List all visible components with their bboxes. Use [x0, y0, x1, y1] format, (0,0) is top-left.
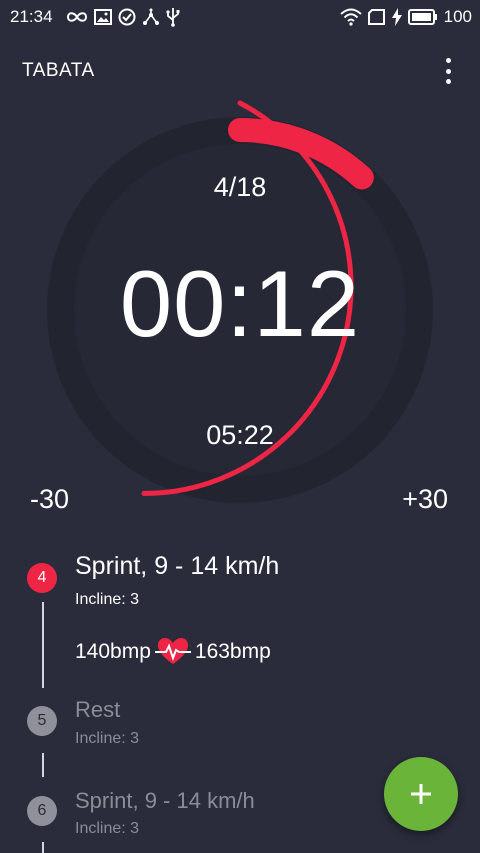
sim-card-icon [367, 9, 385, 25]
wifi-icon [339, 8, 362, 26]
round-counter: 4/18 [213, 172, 267, 202]
timeline-connector [42, 602, 44, 688]
timeline-connector [42, 753, 44, 777]
infinity-icon [66, 12, 88, 22]
menu-dot-icon [445, 68, 451, 74]
step-incline: Incline: 3 [75, 730, 140, 747]
step-incline: Incline: 3 [75, 591, 140, 608]
status-bar: 21:34 100 [0, 0, 480, 34]
app-title: TABATA [22, 60, 95, 81]
system-icons: 100 [339, 6, 472, 28]
step-incline: Incline: 3 [75, 820, 140, 837]
share-nodes-icon [143, 8, 159, 25]
timeline-connector [42, 842, 44, 853]
plus-30-button[interactable]: +30 [402, 484, 448, 515]
step-title: Sprint, 9 - 14 km/h [75, 552, 280, 580]
status-time: 21:34 [10, 7, 53, 26]
charging-icon [391, 8, 402, 26]
step-title: Sprint, 9 - 14 km/h [75, 788, 255, 813]
heart-rate-icon [154, 638, 191, 664]
step-number-badge: 6 [27, 796, 57, 826]
overflow-menu-button[interactable] [436, 58, 460, 84]
timer-dial: 4/18 00:12 05:22 [0, 90, 480, 530]
menu-dot-icon [445, 79, 451, 84]
add-step-button[interactable] [384, 757, 458, 831]
bpm-low: 140bmp [75, 640, 151, 663]
battery-icon [407, 9, 437, 25]
heart-rate-range: 140bmp 163bmp [75, 637, 271, 667]
usb-icon [166, 8, 180, 27]
plus-icon [411, 784, 431, 804]
app-bar: TABATA [0, 44, 480, 96]
image-icon [94, 9, 112, 25]
check-circle-icon [118, 8, 136, 26]
interval-countdown: 00:12 [119, 251, 361, 356]
notification-icons [66, 6, 180, 28]
step-title: Rest [75, 697, 121, 722]
step-number-badge: 4 [27, 563, 57, 593]
step-number-badge: 5 [27, 706, 57, 736]
minus-30-button[interactable]: -30 [30, 484, 69, 515]
total-remaining-time: 05:22 [206, 420, 274, 450]
battery-level: 100 [443, 7, 472, 26]
menu-dot-icon [445, 58, 451, 63]
bpm-high: 163bmp [194, 640, 271, 663]
